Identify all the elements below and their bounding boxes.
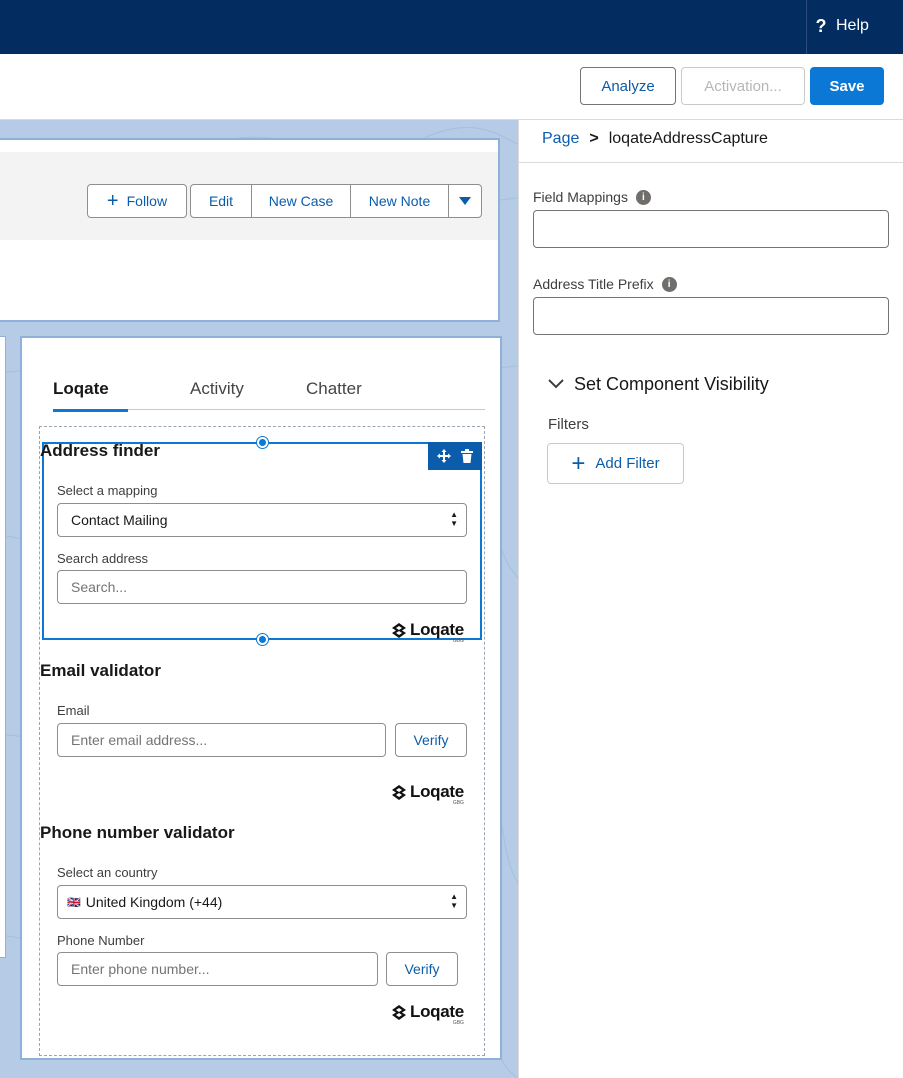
chevron-down-icon <box>459 197 471 205</box>
loqate-logo-icon <box>392 622 406 638</box>
uk-flag-icon: 🇬🇧 <box>67 896 81 909</box>
plus-icon: + <box>106 190 119 212</box>
global-header: ? Help <box>0 0 903 54</box>
country-select[interactable]: 🇬🇧 United Kingdom (+44) ▲ ▼ <box>57 885 467 919</box>
component-tabs: Loqate Activity Chatter <box>53 368 485 412</box>
breadcrumb: Page > loqateAddressCapture <box>542 128 768 150</box>
verify-phone-button[interactable]: Verify <box>386 952 458 986</box>
add-filter-button[interactable]: + Add Filter <box>547 443 684 484</box>
breadcrumb-current: loqateAddressCapture <box>608 130 768 147</box>
loqate-logo: Loqate GBG <box>391 620 464 644</box>
phone-number-input[interactable]: Enter phone number... <box>57 952 378 986</box>
loqate-logo-text: Loqate <box>410 782 464 801</box>
search-address-label: Search address <box>57 551 149 566</box>
tab-drop-region: Address finder Select a mapping Contact … <box>39 426 485 1056</box>
component-visibility-toggle[interactable]: Set Component Visibility <box>548 372 769 396</box>
header-divider <box>806 0 807 54</box>
verify-email-button[interactable]: Verify <box>395 723 467 757</box>
loqate-logo-text: Loqate <box>410 620 464 639</box>
chevron-down-icon <box>548 379 564 389</box>
breadcrumb-page-link[interactable]: Page <box>542 130 579 148</box>
address-title-prefix-input[interactable] <box>533 297 889 335</box>
analyze-button[interactable]: Analyze <box>580 67 676 105</box>
follow-label: Follow <box>126 193 168 209</box>
info-icon[interactable]: i <box>661 276 677 292</box>
select-arrows-icon: ▲ ▼ <box>450 892 458 910</box>
selected-component-frame[interactable] <box>42 437 482 645</box>
filters-label: Filters <box>548 416 589 433</box>
mapping-select[interactable]: Contact Mailing ▲ ▼ <box>57 503 467 537</box>
new-case-button[interactable]: New Case <box>252 185 351 217</box>
properties-panel-border <box>518 120 519 1078</box>
tab-chatter[interactable]: Chatter <box>306 368 362 410</box>
search-address-input[interactable]: Search... <box>57 570 467 604</box>
mapping-label: Select a mapping <box>57 483 158 498</box>
mapping-select-value: Contact Mailing <box>71 512 168 528</box>
phone-number-label: Phone Number <box>57 933 145 948</box>
tabs-component-card[interactable]: Loqate Activity Chatter Address finder S… <box>20 336 502 1060</box>
component-toolbar <box>428 442 482 470</box>
left-column-card <box>0 336 6 958</box>
loqate-logo-text: Loqate <box>410 1002 464 1021</box>
loqate-logo: Loqate GBG <box>391 1002 464 1026</box>
address-finder-title: Address finder <box>40 441 160 460</box>
field-mappings-input[interactable] <box>533 210 889 248</box>
search-address-placeholder: Search... <box>71 579 128 595</box>
loqate-logo-icon <box>392 784 406 800</box>
address-title-prefix-label: Address Title Prefix i <box>533 276 677 292</box>
properties-divider <box>519 162 903 163</box>
record-header-band: + Follow Edit New Case New Note <box>0 152 498 240</box>
save-button[interactable]: Save <box>810 67 884 105</box>
breadcrumb-separator: > <box>589 130 599 147</box>
record-actions-group: Edit New Case New Note <box>190 184 482 218</box>
help-button[interactable]: ? Help <box>814 12 869 40</box>
info-icon[interactable]: i <box>635 189 651 205</box>
email-placeholder: Enter email address... <box>71 732 208 748</box>
move-icon[interactable] <box>437 449 451 463</box>
follow-button[interactable]: + Follow <box>87 184 187 218</box>
field-mappings-label-text: Field Mappings <box>533 189 628 205</box>
resize-handle-bottom[interactable] <box>257 634 268 645</box>
edit-button[interactable]: Edit <box>191 185 252 217</box>
question-icon: ? <box>815 15 827 36</box>
tab-loqate-label: Loqate <box>53 379 109 398</box>
gbg-logo-text: GBG <box>452 638 464 644</box>
email-label: Email <box>57 703 90 718</box>
select-arrows-icon: ▲ ▼ <box>450 510 458 528</box>
address-title-prefix-label-text: Address Title Prefix <box>533 276 654 292</box>
add-filter-label: Add Filter <box>595 455 660 472</box>
resize-handle-top[interactable] <box>257 437 268 448</box>
email-validator-title: Email validator <box>40 661 161 680</box>
tab-activity[interactable]: Activity <box>190 368 244 410</box>
tab-loqate[interactable]: Loqate <box>53 368 128 412</box>
loqate-logo: Loqate GBG <box>391 782 464 806</box>
country-label: Select an country <box>57 865 158 880</box>
help-label: Help <box>836 17 869 34</box>
active-tab-indicator <box>53 409 128 412</box>
builder-toolbar: Analyze Activation... Save <box>0 54 903 120</box>
field-mappings-label: Field Mappings i <box>533 189 651 205</box>
new-note-button[interactable]: New Note <box>351 185 449 217</box>
more-actions-button[interactable] <box>449 185 481 217</box>
trash-icon[interactable] <box>461 449 473 463</box>
email-input[interactable]: Enter email address... <box>57 723 386 757</box>
activation-button[interactable]: Activation... <box>681 67 805 105</box>
phone-number-placeholder: Enter phone number... <box>71 961 210 977</box>
loqate-logo-icon <box>392 1004 406 1020</box>
page-canvas: + Follow Edit New Case New Note Loqate A… <box>0 120 518 1078</box>
gbg-logo-text: GBG <box>452 1020 464 1026</box>
plus-icon: + <box>571 449 586 477</box>
component-visibility-title: Set Component Visibility <box>574 373 769 394</box>
record-header-card[interactable]: + Follow Edit New Case New Note <box>0 138 500 322</box>
country-select-value: United Kingdom (+44) <box>85 894 223 910</box>
phone-validator-title: Phone number validator <box>40 823 235 842</box>
gbg-logo-text: GBG <box>452 800 464 806</box>
